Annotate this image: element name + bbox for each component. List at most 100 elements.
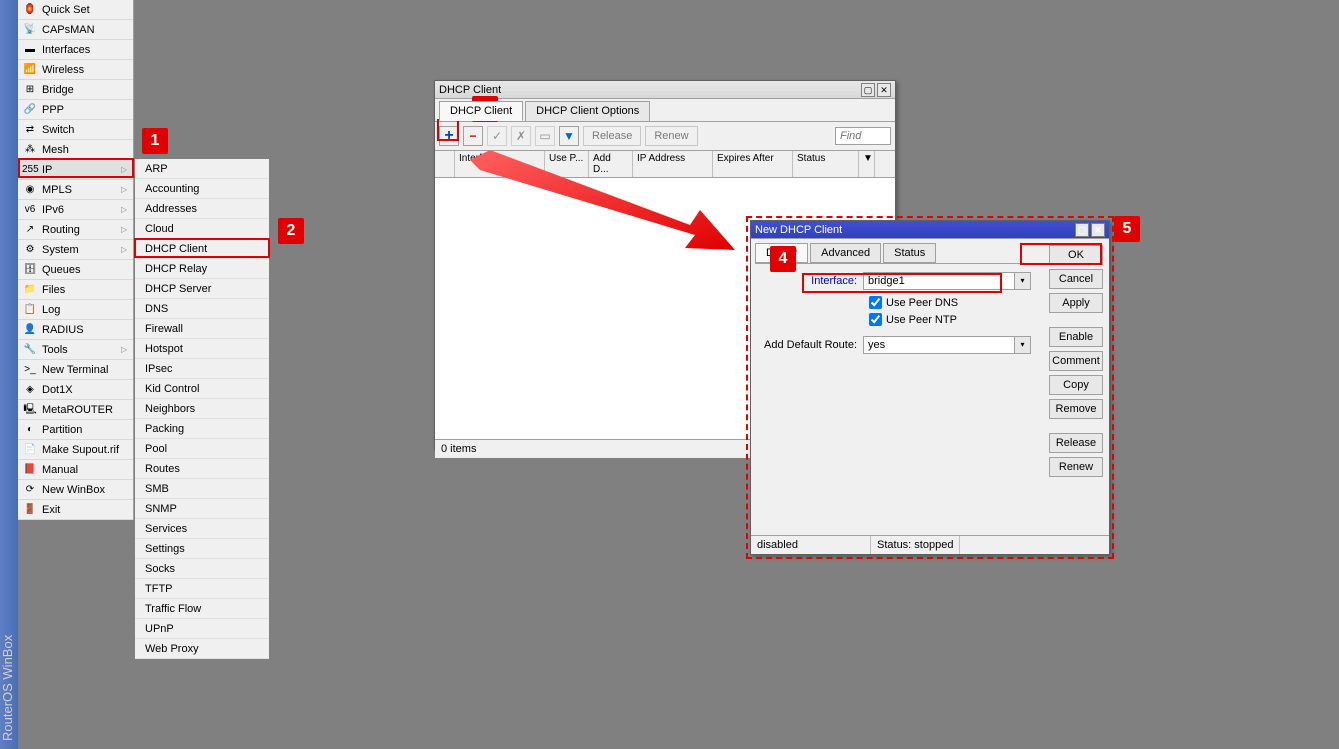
- col-marker[interactable]: [435, 151, 455, 177]
- sidebar-item-capsman[interactable]: 📡CAPsMAN: [18, 20, 133, 40]
- sidebar-item-metarouter[interactable]: 🖳MetaROUTER: [18, 400, 133, 420]
- menu-label: Partition: [42, 424, 129, 436]
- sidebar-item-tools[interactable]: 🔧Tools▷: [18, 340, 133, 360]
- sidebar-item-files[interactable]: 📁Files: [18, 280, 133, 300]
- apply-button[interactable]: Apply: [1049, 293, 1103, 313]
- submenu-item-routes[interactable]: Routes: [135, 459, 269, 479]
- submenu-item-dns[interactable]: DNS: [135, 299, 269, 319]
- use-peer-dns-checkbox[interactable]: [869, 296, 882, 309]
- remove-button[interactable]: −: [463, 126, 483, 146]
- minimize-button[interactable]: ▢: [861, 83, 875, 97]
- submenu-item-snmp[interactable]: SNMP: [135, 499, 269, 519]
- submenu-item-services[interactable]: Services: [135, 519, 269, 539]
- sidebar-item-interfaces[interactable]: ▬Interfaces: [18, 40, 133, 60]
- renew-button[interactable]: Renew: [1049, 457, 1103, 477]
- ok-button[interactable]: OK: [1049, 245, 1103, 265]
- sidebar-item-make-supout-rif[interactable]: 📄Make Supout.rif: [18, 440, 133, 460]
- filter-button[interactable]: ▼: [559, 126, 579, 146]
- use-peer-ntp-checkbox[interactable]: [869, 313, 882, 326]
- use-peer-dns-row[interactable]: Use Peer DNS: [763, 296, 1031, 309]
- add-default-route-input[interactable]: [863, 336, 1015, 354]
- submenu-item-cloud[interactable]: Cloud: [135, 219, 269, 239]
- renew-button[interactable]: Renew: [645, 126, 697, 146]
- submenu-item-firewall[interactable]: Firewall: [135, 319, 269, 339]
- sidebar-item-log[interactable]: 📋Log: [18, 300, 133, 320]
- submenu-item-traffic-flow[interactable]: Traffic Flow: [135, 599, 269, 619]
- copy-button[interactable]: Copy: [1049, 375, 1103, 395]
- sidebar-item-partition[interactable]: ◐Partition: [18, 420, 133, 440]
- submenu-item-accounting[interactable]: Accounting: [135, 179, 269, 199]
- release-button[interactable]: Release: [583, 126, 641, 146]
- tab-dhcp[interactable]: DHCP: [755, 243, 808, 263]
- submenu-item-packing[interactable]: Packing: [135, 419, 269, 439]
- col-expires[interactable]: Expires After: [713, 151, 793, 177]
- comment-button[interactable]: Comment: [1049, 351, 1103, 371]
- remove-button[interactable]: Remove: [1049, 399, 1103, 419]
- find-input[interactable]: [835, 127, 891, 145]
- tab-dhcp-client[interactable]: DHCP Client: [439, 101, 523, 121]
- sidebar-item-manual[interactable]: 📕Manual: [18, 460, 133, 480]
- enable-button[interactable]: Enable: [1049, 327, 1103, 347]
- sidebar-item-quick-set[interactable]: 🏮Quick Set: [18, 0, 133, 20]
- submenu-item-tftp[interactable]: TFTP: [135, 579, 269, 599]
- sidebar-item-radius[interactable]: 👤RADIUS: [18, 320, 133, 340]
- sidebar-item-dot1x[interactable]: ◈Dot1X: [18, 380, 133, 400]
- submenu-item-arp[interactable]: ARP: [135, 159, 269, 179]
- disable-button[interactable]: ✗: [511, 126, 531, 146]
- submenu-item-settings[interactable]: Settings: [135, 539, 269, 559]
- use-peer-ntp-row[interactable]: Use Peer NTP: [763, 313, 1031, 326]
- submenu-item-hotspot[interactable]: Hotspot: [135, 339, 269, 359]
- enable-button[interactable]: ✓: [487, 126, 507, 146]
- submenu-item-ipsec[interactable]: IPsec: [135, 359, 269, 379]
- submenu-item-upnp[interactable]: UPnP: [135, 619, 269, 639]
- sidebar-item-exit[interactable]: 🚪Exit: [18, 500, 133, 520]
- col-usep[interactable]: Use P...: [545, 151, 589, 177]
- dialog-button-column: OK Cancel Apply Enable Comment Copy Remove Rele…: [1043, 239, 1109, 554]
- interface-dropdown[interactable]: ▾: [1015, 272, 1031, 290]
- release-button[interactable]: Release: [1049, 433, 1103, 453]
- menu-label: IPv6: [42, 204, 121, 216]
- add-button[interactable]: +: [439, 126, 459, 146]
- submenu-item-pool[interactable]: Pool: [135, 439, 269, 459]
- sidebar-item-ip[interactable]: 255IP▷: [18, 160, 133, 180]
- submenu-item-addresses[interactable]: Addresses: [135, 199, 269, 219]
- interface-input[interactable]: [863, 272, 1015, 290]
- col-interface[interactable]: Interface: [455, 151, 545, 177]
- submenu-item-web-proxy[interactable]: Web Proxy: [135, 639, 269, 659]
- sidebar-item-wireless[interactable]: 📶Wireless: [18, 60, 133, 80]
- col-ip[interactable]: IP Address: [633, 151, 713, 177]
- sidebar-item-switch[interactable]: ⇄Switch: [18, 120, 133, 140]
- submenu-item-dhcp-client[interactable]: DHCP Client: [135, 239, 269, 259]
- submenu-item-kid-control[interactable]: Kid Control: [135, 379, 269, 399]
- dialog-minimize[interactable]: ▢: [1075, 223, 1089, 237]
- add-default-route-dropdown[interactable]: ▾: [1015, 336, 1031, 354]
- sidebar-item-system[interactable]: ⚙System▷: [18, 240, 133, 260]
- dialog-titlebar[interactable]: New DHCP Client ▢ ✕: [751, 221, 1109, 239]
- col-addd[interactable]: Add D...: [589, 151, 633, 177]
- tab-advanced[interactable]: Advanced: [810, 243, 881, 263]
- sidebar-item-mpls[interactable]: ◉MPLS▷: [18, 180, 133, 200]
- sidebar-item-queues[interactable]: 🗄Queues: [18, 260, 133, 280]
- dialog-close[interactable]: ✕: [1091, 223, 1105, 237]
- submenu-item-dhcp-relay[interactable]: DHCP Relay: [135, 259, 269, 279]
- main-sidebar: 🏮Quick Set📡CAPsMAN▬Interfaces📶Wireless⊞B…: [18, 0, 134, 520]
- sidebar-item-ppp[interactable]: 🔗PPP: [18, 100, 133, 120]
- col-status[interactable]: Status: [793, 151, 859, 177]
- submenu-item-neighbors[interactable]: Neighbors: [135, 399, 269, 419]
- submenu-item-smb[interactable]: SMB: [135, 479, 269, 499]
- tab-status[interactable]: Status: [883, 243, 936, 263]
- submenu-item-socks[interactable]: Socks: [135, 559, 269, 579]
- tab-dhcp-client-options[interactable]: DHCP Client Options: [525, 101, 650, 121]
- sidebar-item-routing[interactable]: ↗Routing▷: [18, 220, 133, 240]
- window-titlebar[interactable]: DHCP Client ▢ ✕: [435, 81, 895, 99]
- submenu-item-dhcp-server[interactable]: DHCP Server: [135, 279, 269, 299]
- sidebar-item-new-winbox[interactable]: ⟳New WinBox: [18, 480, 133, 500]
- close-button[interactable]: ✕: [877, 83, 891, 97]
- col-more[interactable]: ▼: [859, 151, 875, 177]
- sidebar-item-mesh[interactable]: ⁂Mesh: [18, 140, 133, 160]
- sidebar-item-ipv6[interactable]: v6IPv6▷: [18, 200, 133, 220]
- sidebar-item-new-terminal[interactable]: >_New Terminal: [18, 360, 133, 380]
- cancel-button[interactable]: Cancel: [1049, 269, 1103, 289]
- sidebar-item-bridge[interactable]: ⊞Bridge: [18, 80, 133, 100]
- comment-button[interactable]: ▭: [535, 126, 555, 146]
